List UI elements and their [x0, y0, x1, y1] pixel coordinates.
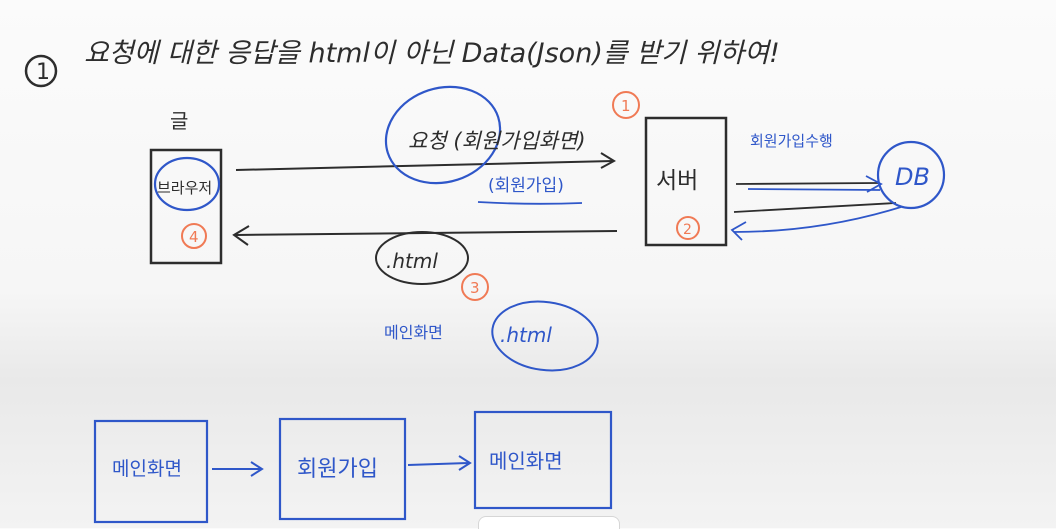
- request-arrow-line: [235, 160, 614, 171]
- flow-arrow-1: [212, 461, 264, 477]
- step-3: 3: [470, 279, 480, 297]
- server-label: 서버: [656, 168, 698, 194]
- whiteboard-canvas: 1 요청에 대한 응답을 html이 아닌 Data(Json)를 받기 위하여…: [24, 38, 946, 524]
- db-server-arrow: [730, 202, 902, 241]
- heading-text: 요청에 대한 응답을 html이 아닌 Data(Json)를 받기 위하여!: [84, 38, 780, 69]
- step-4: 4: [189, 228, 199, 246]
- db-label: DB: [895, 163, 930, 191]
- db-node: DB: [876, 140, 946, 210]
- server-node: 서버 2: [644, 116, 728, 247]
- flow-arrow-2: [407, 455, 472, 471]
- heading-number: 1: [36, 60, 50, 85]
- server-db-line-1: [735, 182, 879, 185]
- response-arrow: [232, 225, 618, 246]
- request-arrow: [235, 152, 617, 171]
- request-sub-underline: [477, 201, 583, 205]
- main-file-label: .html: [500, 323, 552, 347]
- db-action-label: 회원가입수행: [750, 132, 833, 150]
- flow-diagram: 메인화면 회원가입 메인화면: [93, 410, 613, 524]
- server-db-arrow: [735, 175, 883, 193]
- request-label: 요청 (회원가입화면): [408, 129, 586, 153]
- browser-node: 글 브라우저 4: [149, 109, 223, 265]
- browser-label: 브라우저: [157, 179, 212, 197]
- main-screen-label: 메인화면: [384, 323, 443, 342]
- response-file-label: .html: [386, 249, 438, 273]
- heading: 1 요청에 대한 응답을 html이 아닌 Data(Json)를 받기 위하여…: [24, 38, 780, 88]
- flow-label-3: 메인화면: [489, 449, 563, 473]
- step-2: 2: [683, 222, 692, 238]
- flow-label-2: 회원가입: [297, 457, 378, 482]
- step-1: 1: [621, 97, 631, 115]
- server-db-line-2: [747, 188, 881, 191]
- db-server-line-1: [733, 202, 897, 213]
- db-server-head: [730, 221, 747, 241]
- video-scrubber-handle[interactable]: [478, 516, 620, 529]
- flow-label-1: 메인화면: [112, 458, 182, 480]
- request-sub-label: (회원가입): [488, 176, 564, 196]
- user-label: 글: [170, 109, 188, 133]
